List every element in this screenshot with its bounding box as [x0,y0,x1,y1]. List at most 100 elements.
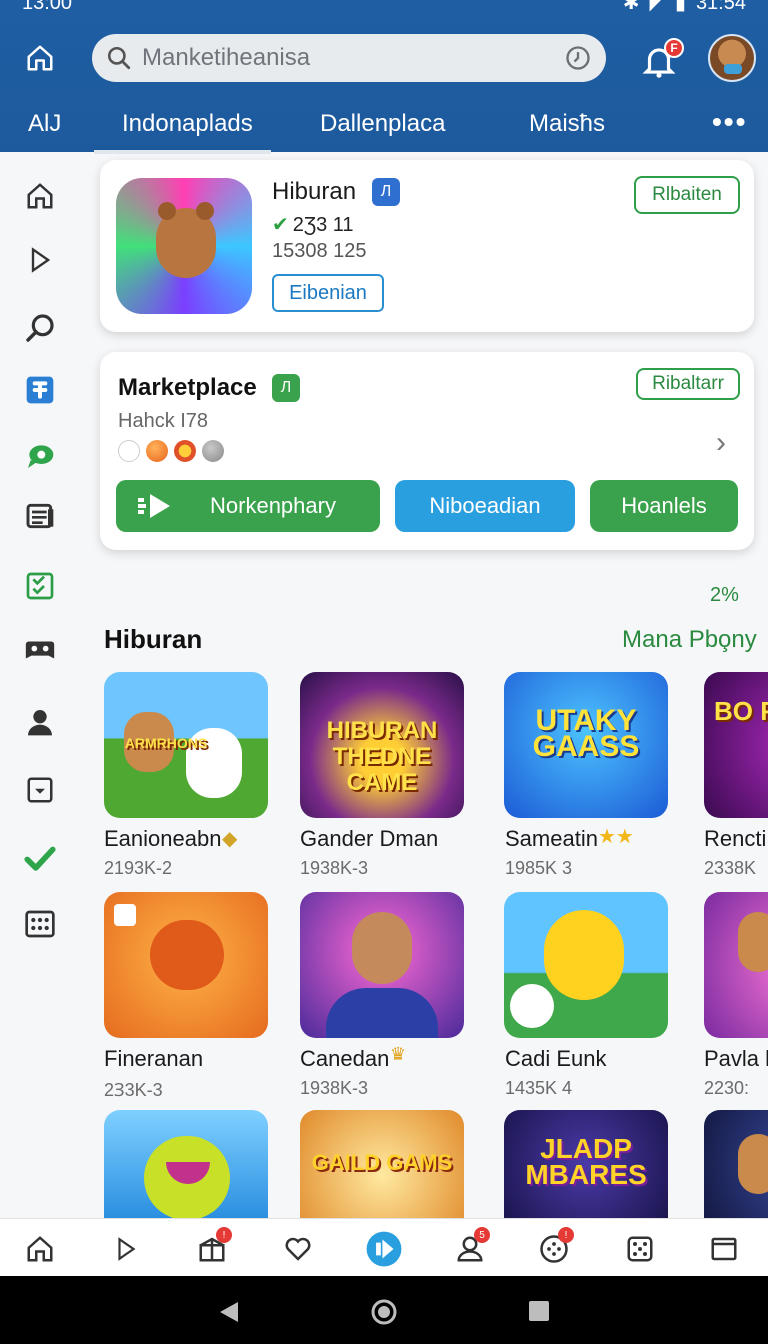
nav-games[interactable]: ! [534,1227,574,1269]
stars-icon: ★★ [598,826,634,848]
play-icon [118,1237,136,1261]
sidebar-item-puzzle[interactable] [20,370,60,410]
sidebar-item-search[interactable] [20,308,60,348]
marketplace-action-button[interactable]: Ribaltarr [636,368,740,400]
marketplace-card: Marketplace Л Hahck I78 › Ribaltarr Nork… [100,352,754,550]
game-tile[interactable] [104,892,268,1038]
game-tile[interactable] [704,892,768,1038]
tab-dallenplaca[interactable]: Dallenplaca [320,110,445,138]
nav-home[interactable] [20,1229,60,1269]
featured-action-button[interactable]: Rlbaiten [634,176,740,214]
hoanlels-button[interactable]: Hoanlels [590,480,738,532]
featured-rating-value: 2Ʒ3 11 [292,214,354,236]
niboeadian-button[interactable]: Niboeadian [395,480,575,532]
play-icon [31,247,51,273]
top-app-bar: 13:00 ✱ ◤ ▮ 31:54 Manketiheanisa F AlJ I… [0,0,768,154]
game-tile[interactable]: BO FI [704,672,768,818]
norkenphary-button[interactable]: Norkenphary [116,480,380,532]
games-badge: ! [558,1227,574,1243]
marketplace-subtitle: Hahck I78 [118,410,209,432]
orange-dot-icon [146,440,168,462]
sidebar-item-download[interactable] [20,770,60,810]
window-icon [711,1237,737,1261]
crown-icon: ♛ [390,1044,407,1064]
tile-subtitle: 1938K-3 [300,1078,369,1098]
nav-forward[interactable] [364,1229,404,1269]
nav-window[interactable] [704,1229,744,1269]
bear-mascot-image [156,202,216,278]
more-options-icon[interactable]: ••• [712,106,747,138]
game-tile[interactable] [104,1110,268,1218]
featured-rating: ✔ 2Ʒ3 11 [272,212,354,237]
sidebar-item-games[interactable] [20,630,60,670]
back-icon[interactable] [218,1300,240,1324]
home-button[interactable] [18,38,62,78]
game-tile[interactable]: GAILD GAMS [300,1110,464,1218]
bluetooth-icon: ✱ [622,0,640,14]
featured-chip-icon: Л [372,178,400,206]
nav-dice[interactable] [620,1229,660,1269]
sidebar-item-checklist[interactable] [20,566,60,606]
notification-badge: F [664,38,684,58]
tile-subtitle: 1435K 4 [505,1078,573,1098]
tile-art-text: JLADP MBARES [525,1133,647,1190]
diamond-icon: ◆ [222,828,238,850]
sidebar-item-profile[interactable] [20,702,60,742]
search-bar[interactable]: Manketiheanisa [92,34,606,82]
orange-monster-image [150,920,224,990]
game-tile[interactable]: JLADP MBARES [504,1110,668,1218]
tab-all[interactable]: AlJ [28,110,61,138]
dice-icon [627,1236,653,1262]
checklist-icon [26,572,54,600]
search-icon [26,314,54,342]
tile-art-text: BO FI [714,696,768,726]
tile-subtitle: 2193K-2 [104,858,173,878]
game-tile[interactable] [300,892,464,1038]
tile-title: Canedan [300,1046,390,1071]
tile-art-text: UTAKY GAASS [532,704,640,763]
tab-indonaplads[interactable]: Indonaplads [94,110,271,154]
game-tile[interactable]: HIBURAN THEDNE CAME [300,672,464,818]
search-input[interactable]: Manketiheanisa [142,44,564,72]
section-more-link[interactable]: Mana Pbo̧ny [622,626,757,654]
dice-image [114,904,136,926]
checkmark-icon: ✔ [272,214,289,236]
featured-count: 15308 125 [272,240,367,262]
marketplace-title: Marketplace [118,374,257,401]
chevron-right-icon[interactable]: › [716,426,726,460]
app-screen: 13:00 ✱ ◤ ▮ 31:54 Manketiheanisa F AlJ I… [0,0,768,1344]
sidebar-item-home[interactable] [20,176,60,216]
featured-app-icon[interactable] [116,178,252,314]
tab-maishs[interactable]: Maisħs [529,110,605,138]
game-tile[interactable] [704,1110,768,1218]
recents-icon[interactable] [528,1300,550,1322]
search-icon [107,46,131,70]
game-tile[interactable]: ARMRHONS [104,672,268,818]
history-clock-icon[interactable] [564,44,592,72]
avatar[interactable] [708,34,756,82]
nav-gift[interactable]: ! [192,1227,232,1269]
bear-image [738,1134,768,1194]
heart-icon [285,1237,311,1261]
nav-profile[interactable]: 5 [450,1227,490,1269]
profile-badge: 5 [474,1227,490,1243]
game-tile[interactable]: UTAKY GAASS [504,672,668,818]
section-title: Hiburan [104,624,203,654]
home-circle-icon[interactable] [370,1298,398,1326]
sidebar-item-chat[interactable] [20,436,60,476]
featured-app-card[interactable]: Hiburan Л ✔ 2Ʒ3 11 15308 125 Eibenian Rlb… [100,160,754,332]
game-tile[interactable] [504,892,668,1038]
arrow-forward-icon [138,494,170,518]
sidebar-item-play[interactable] [20,240,60,280]
sidebar-item-verified[interactable] [20,838,60,878]
featured-secondary-button[interactable]: Eibenian [272,274,384,312]
status-time: 13:00 [22,0,73,14]
gray-dot-icon [202,440,224,462]
tile-title: Sameatin [505,826,598,851]
nav-favorites[interactable] [278,1229,318,1269]
tile-title: Cadi Eunk [505,1046,607,1071]
nav-play[interactable] [106,1229,146,1269]
sidebar-item-dice[interactable] [20,904,60,944]
sidebar-item-news[interactable] [20,496,60,536]
notifications-button[interactable]: F [640,36,684,80]
